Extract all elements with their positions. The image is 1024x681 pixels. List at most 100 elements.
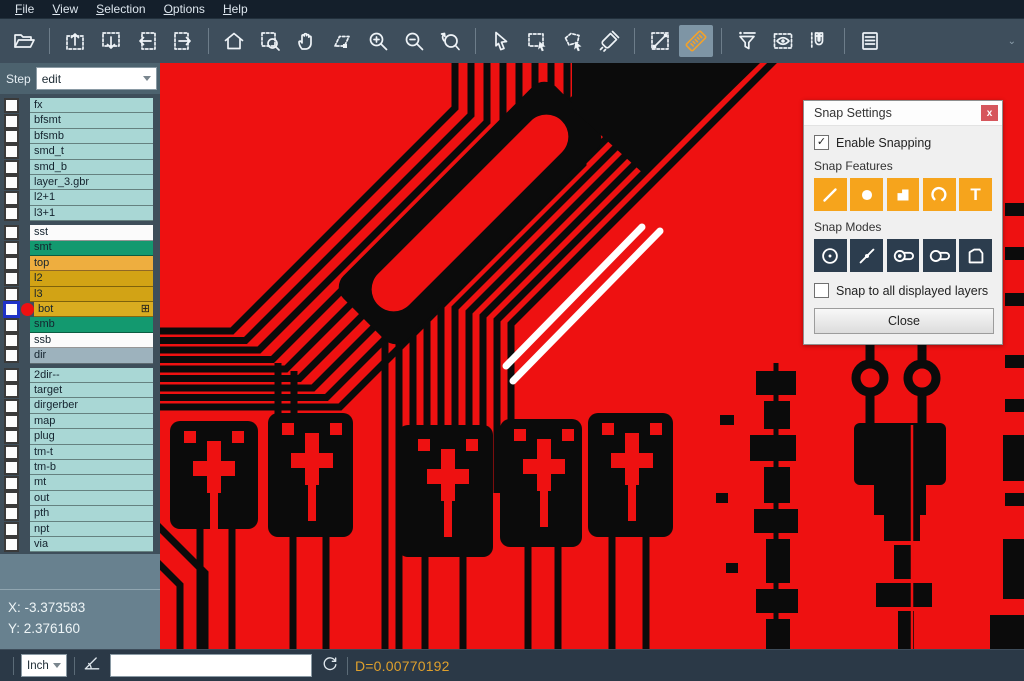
- layer-visibility-checkbox[interactable]: [4, 522, 19, 537]
- layer-visibility-checkbox[interactable]: [4, 241, 19, 256]
- layer-label[interactable]: out: [30, 491, 153, 506]
- menu-file[interactable]: File: [6, 0, 43, 18]
- zoom-previous-button[interactable]: [433, 25, 467, 57]
- all-layers-row[interactable]: Snap to all displayed layers: [814, 283, 992, 298]
- layer-row[interactable]: via: [0, 537, 160, 552]
- layer-visibility-checkbox[interactable]: [4, 302, 19, 317]
- layer-visibility-checkbox[interactable]: [4, 129, 19, 144]
- layer-row[interactable]: l2+1: [0, 190, 160, 205]
- layer-visibility-checkbox[interactable]: [4, 429, 19, 444]
- refresh-tool[interactable]: [320, 653, 340, 678]
- layer-label[interactable]: tm-t: [30, 445, 153, 460]
- layer-visibility-checkbox[interactable]: [4, 206, 19, 221]
- layer-row[interactable]: 2dir--: [0, 368, 160, 383]
- dialog-titlebar[interactable]: Snap Settings x: [804, 101, 1002, 126]
- layer-label[interactable]: l3: [30, 287, 153, 302]
- layer-label[interactable]: smd_b: [30, 160, 153, 175]
- zoom-polygon-button[interactable]: [325, 25, 359, 57]
- select-button[interactable]: [484, 25, 518, 57]
- layer-label[interactable]: ssb: [30, 333, 153, 348]
- layer-row[interactable]: l2: [0, 271, 160, 286]
- zoom-in-button[interactable]: [361, 25, 395, 57]
- home-view-button[interactable]: [217, 25, 251, 57]
- view-right-button[interactable]: [166, 25, 200, 57]
- layer-label[interactable]: pth: [30, 506, 153, 521]
- command-input[interactable]: [110, 654, 312, 677]
- layer-row[interactable]: fx: [0, 98, 160, 113]
- layer-visibility-checkbox[interactable]: [4, 144, 19, 159]
- layer-label[interactable]: smd_t: [30, 144, 153, 159]
- close-button[interactable]: Close: [814, 308, 994, 334]
- layer-label[interactable]: l3+1: [30, 206, 153, 221]
- layer-row[interactable]: smd_t: [0, 144, 160, 159]
- layer-label[interactable]: tm-b: [30, 460, 153, 475]
- layer-row[interactable]: l3: [0, 287, 160, 302]
- visibility-button[interactable]: [766, 25, 800, 57]
- layer-row[interactable]: pth: [0, 506, 160, 521]
- layer-row[interactable]: dir: [0, 348, 160, 363]
- snap-mode-center-button[interactable]: [814, 239, 847, 272]
- pan-button[interactable]: [289, 25, 323, 57]
- layer-label[interactable]: smt: [30, 241, 153, 256]
- menu-view[interactable]: View: [43, 0, 87, 18]
- toolbar-overflow-chevron[interactable]: ⌄: [1008, 36, 1018, 47]
- zoom-out-button[interactable]: [397, 25, 431, 57]
- layer-row[interactable]: smd_b: [0, 160, 160, 175]
- open-button[interactable]: [7, 25, 41, 57]
- layer-row[interactable]: top: [0, 256, 160, 271]
- grid-icon[interactable]: ⊞: [141, 304, 150, 315]
- layer-visibility-checkbox[interactable]: [4, 160, 19, 175]
- snap-feature-line-button[interactable]: [814, 178, 847, 211]
- layer-row[interactable]: dirgerber: [0, 398, 160, 413]
- layer-visibility-checkbox[interactable]: [4, 225, 19, 240]
- layer-visibility-checkbox[interactable]: [4, 114, 19, 129]
- brush-button[interactable]: [592, 25, 626, 57]
- layer-visibility-checkbox[interactable]: [4, 318, 19, 333]
- layer-label[interactable]: top: [30, 256, 153, 271]
- layer-row[interactable]: smb: [0, 317, 160, 332]
- menu-selection[interactable]: Selection: [87, 0, 154, 18]
- snap-button[interactable]: [802, 25, 836, 57]
- layer-row[interactable]: sst: [0, 225, 160, 240]
- layer-visibility-checkbox[interactable]: [4, 175, 19, 190]
- layer-row[interactable]: layer_3.gbr: [0, 175, 160, 190]
- layer-visibility-checkbox[interactable]: [4, 414, 19, 429]
- layer-row[interactable]: map: [0, 414, 160, 429]
- layer-visibility-checkbox[interactable]: [4, 506, 19, 521]
- snap-mode-midpoint-button[interactable]: [850, 239, 883, 272]
- layer-label[interactable]: sst: [30, 225, 153, 240]
- layer-label[interactable]: l2+1: [30, 190, 153, 205]
- menu-options[interactable]: Options: [155, 0, 214, 18]
- angle-tool[interactable]: [82, 653, 102, 678]
- layer-row[interactable]: npt: [0, 522, 160, 537]
- unit-select[interactable]: Inch: [21, 654, 67, 677]
- view-left-button[interactable]: [130, 25, 164, 57]
- layer-label[interactable]: 2dir--: [30, 368, 153, 383]
- layer-row[interactable]: bfsmb: [0, 129, 160, 144]
- layer-visibility-checkbox[interactable]: [4, 460, 19, 475]
- snap-feature-text-button[interactable]: T: [959, 178, 992, 211]
- report-button[interactable]: [853, 25, 887, 57]
- layer-label[interactable]: bot⊞: [34, 302, 153, 317]
- close-icon[interactable]: x: [981, 105, 998, 121]
- menu-help[interactable]: Help: [214, 0, 257, 18]
- layer-visibility-checkbox[interactable]: [4, 98, 19, 113]
- layer-label[interactable]: bfsmb: [30, 129, 153, 144]
- layer-row[interactable]: tm-t: [0, 445, 160, 460]
- layer-visibility-checkbox[interactable]: [4, 191, 19, 206]
- ruler-button[interactable]: [679, 25, 713, 57]
- snap-feature-surface-button[interactable]: [887, 178, 920, 211]
- snap-feature-pad-button[interactable]: [850, 178, 883, 211]
- snap-mode-pad-outline-button[interactable]: [923, 239, 956, 272]
- layer-label[interactable]: map: [30, 414, 153, 429]
- layer-visibility-checkbox[interactable]: [4, 287, 19, 302]
- select-rect-button[interactable]: [520, 25, 554, 57]
- layer-visibility-checkbox[interactable]: [4, 491, 19, 506]
- all-layers-checkbox[interactable]: [814, 283, 829, 298]
- view-up-button[interactable]: [58, 25, 92, 57]
- layer-label[interactable]: dir: [30, 348, 153, 363]
- zoom-area-button[interactable]: [253, 25, 287, 57]
- layer-label[interactable]: l2: [30, 271, 153, 286]
- layer-visibility-checkbox[interactable]: [4, 368, 19, 383]
- layer-row[interactable]: bfsmt: [0, 113, 160, 128]
